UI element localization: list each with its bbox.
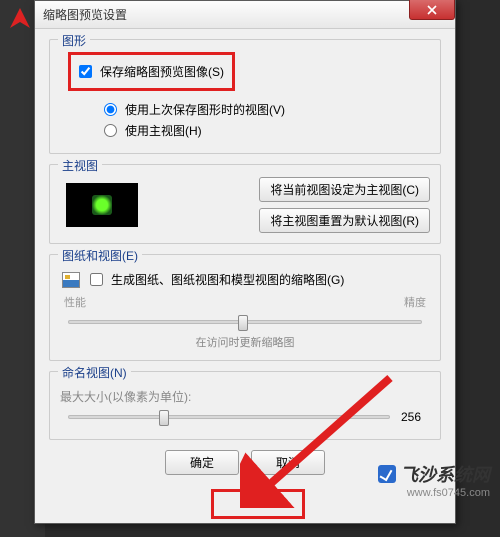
max-size-slider-thumb[interactable] (159, 410, 169, 426)
use-last-view-input[interactable] (104, 103, 117, 116)
generate-sheets-input[interactable] (90, 273, 103, 286)
max-size-label: 最大大小(以像素为单位): (60, 388, 430, 405)
thumbnail-icon (92, 195, 112, 215)
use-home-view-input[interactable] (104, 124, 117, 137)
ok-highlight-annotation (211, 489, 305, 519)
drawing-legend: 图形 (58, 32, 90, 49)
precision-label: 精度 (404, 294, 426, 310)
sheets-legend: 图纸和视图(E) (58, 247, 142, 264)
max-size-slider[interactable]: 256 (68, 415, 390, 419)
save-preview-input[interactable] (79, 65, 92, 78)
set-current-view-button[interactable]: 将当前视图设定为主视图(C) (259, 177, 430, 202)
sheet-icon (62, 272, 80, 288)
home-view-thumbnail (66, 183, 138, 227)
named-views-group: 命名视图(N) 最大大小(以像素为单位): 256 (49, 371, 441, 440)
max-size-value: 256 (401, 410, 421, 424)
highlight-annotation: 保存缩略图预览图像(S) (68, 52, 235, 91)
perf-label: 性能 (64, 294, 86, 310)
dialog-title: 缩略图预览设置 (43, 6, 127, 23)
thumbnail-preview-settings-dialog: 缩略图预览设置 图形 保存缩略图预览图像(S) 使用上次保存图形时的视图(V) … (34, 0, 456, 524)
ok-button[interactable]: 确定 (165, 450, 239, 475)
update-on-access-label: 在访问时更新缩略图 (60, 334, 430, 350)
save-preview-checkbox[interactable]: 保存缩略图预览图像(S) (79, 63, 224, 80)
quality-slider-thumb[interactable] (238, 315, 248, 331)
quality-slider[interactable] (68, 320, 422, 324)
reset-default-view-button[interactable]: 将主视图重置为默认视图(R) (259, 208, 430, 233)
sheets-views-group: 图纸和视图(E) 生成图纸、图纸视图和模型视图的缩略图(G) 性能 精度 在访问… (49, 254, 441, 361)
generate-sheets-label: 生成图纸、图纸视图和模型视图的缩略图(G) (111, 271, 344, 288)
titlebar: 缩略图预览设置 (35, 1, 455, 29)
drawing-group: 图形 保存缩略图预览图像(S) 使用上次保存图形时的视图(V) 使用主视图(H) (49, 39, 441, 154)
use-home-view-radio[interactable]: 使用主视图(H) (104, 122, 430, 139)
home-view-group: 主视图 将当前视图设定为主视图(C) 将主视图重置为默认视图(R) (49, 164, 441, 244)
named-legend: 命名视图(N) (58, 364, 131, 381)
use-last-view-radio[interactable]: 使用上次保存图形时的视图(V) (104, 101, 430, 118)
use-home-view-label: 使用主视图(H) (125, 122, 202, 139)
close-button[interactable] (409, 0, 455, 20)
generate-sheets-checkbox[interactable]: 生成图纸、图纸视图和模型视图的缩略图(G) (62, 271, 430, 288)
save-preview-label: 保存缩略图预览图像(S) (100, 63, 224, 80)
use-last-view-label: 使用上次保存图形时的视图(V) (125, 101, 285, 118)
cancel-button[interactable]: 取消 (251, 450, 325, 475)
home-legend: 主视图 (58, 157, 102, 174)
